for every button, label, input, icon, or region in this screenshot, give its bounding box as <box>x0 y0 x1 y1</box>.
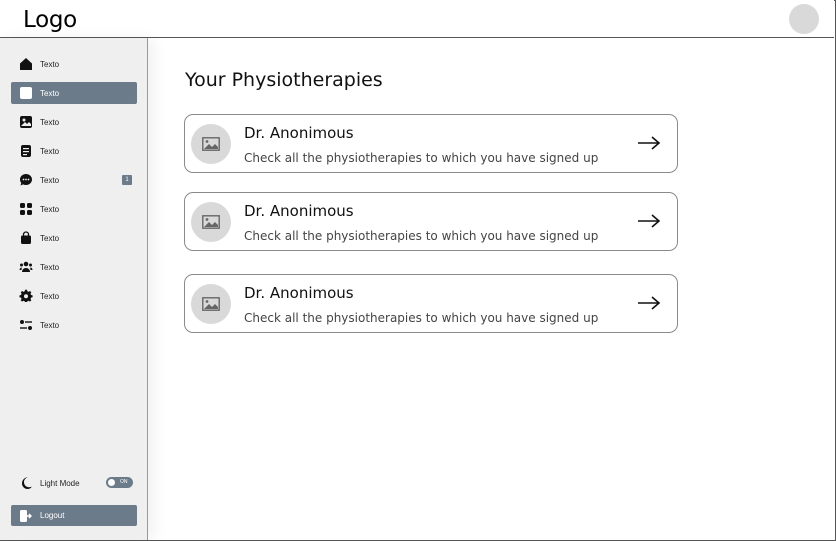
sidebar-item-bag[interactable]: Texto <box>11 227 137 249</box>
moon-icon <box>19 476 33 490</box>
bag-icon <box>19 231 33 245</box>
doctor-name: Dr. Anonimous <box>244 284 354 302</box>
page-title: Your Physiotherapies <box>185 69 383 91</box>
top-header: Logo <box>0 0 834 38</box>
arrow-right-icon[interactable] <box>637 135 661 151</box>
physio-card[interactable]: Dr. Anonimous Check all the physiotherap… <box>184 274 678 333</box>
light-mode-label: Light Mode <box>40 478 80 488</box>
gear-icon <box>19 289 33 303</box>
toggle-state-text: ON <box>120 479 128 485</box>
image-icon <box>19 115 33 129</box>
sidebar-item-label: Texto <box>40 233 60 243</box>
sidebar-item-label: Texto <box>40 262 60 272</box>
doctor-name: Dr. Anonimous <box>244 124 354 142</box>
physio-card[interactable]: Dr. Anonimous Check all the physiotherap… <box>184 114 678 173</box>
image-placeholder-icon <box>191 284 231 324</box>
sidebar: Texto Texto Texto Texto Texto 1 Texto Te… <box>0 38 148 540</box>
sidebar-item-edit[interactable]: Texto <box>11 82 137 104</box>
sidebar-item-label: Texto <box>40 204 60 214</box>
sidebar-item-label: Texto <box>40 175 60 185</box>
card-description: Check all the physiotherapies to which y… <box>244 151 599 165</box>
sidebar-item-label: Texto <box>40 117 60 127</box>
grid-icon <box>19 202 33 216</box>
logout-icon <box>19 509 33 523</box>
sidebar-item-document[interactable]: Texto <box>11 140 137 162</box>
sidebar-item-chat[interactable]: Texto 1 <box>11 169 137 191</box>
doctor-name: Dr. Anonimous <box>244 202 354 220</box>
sidebar-item-label: Texto <box>40 59 60 69</box>
sidebar-item-sliders[interactable]: Texto <box>11 314 137 336</box>
logout-label: Logout <box>40 511 65 520</box>
image-placeholder-icon <box>191 202 231 242</box>
card-description: Check all the physiotherapies to which y… <box>244 311 599 325</box>
chat-icon <box>19 173 33 187</box>
light-mode-toggle[interactable]: ON <box>106 477 133 488</box>
sidebar-item-label: Texto <box>40 88 60 98</box>
toggle-knob <box>108 479 115 486</box>
sidebar-item-settings[interactable]: Texto <box>11 285 137 307</box>
sidebar-item-grid[interactable]: Texto <box>11 198 137 220</box>
sidebar-item-label: Texto <box>40 320 60 330</box>
sliders-icon <box>19 318 33 332</box>
logo[interactable]: Logo <box>23 7 77 33</box>
logout-button[interactable]: Logout <box>11 505 137 526</box>
document-icon <box>19 144 33 158</box>
image-placeholder-icon <box>191 124 231 164</box>
users-icon <box>19 260 33 274</box>
sidebar-item-home[interactable]: Texto <box>11 53 137 75</box>
sidebar-item-label: Texto <box>40 146 60 156</box>
edit-icon <box>19 86 33 100</box>
avatar[interactable] <box>789 4 819 34</box>
notification-badge: 1 <box>122 175 132 185</box>
sidebar-item-label: Texto <box>40 291 60 301</box>
sidebar-item-users[interactable]: Texto <box>11 256 137 278</box>
home-icon <box>19 57 33 71</box>
arrow-right-icon[interactable] <box>637 213 661 229</box>
light-mode-row: Light Mode ON <box>11 472 137 494</box>
card-description: Check all the physiotherapies to which y… <box>244 229 599 243</box>
sidebar-item-image[interactable]: Texto <box>11 111 137 133</box>
physio-card[interactable]: Dr. Anonimous Check all the physiotherap… <box>184 192 678 251</box>
arrow-right-icon[interactable] <box>637 295 661 311</box>
